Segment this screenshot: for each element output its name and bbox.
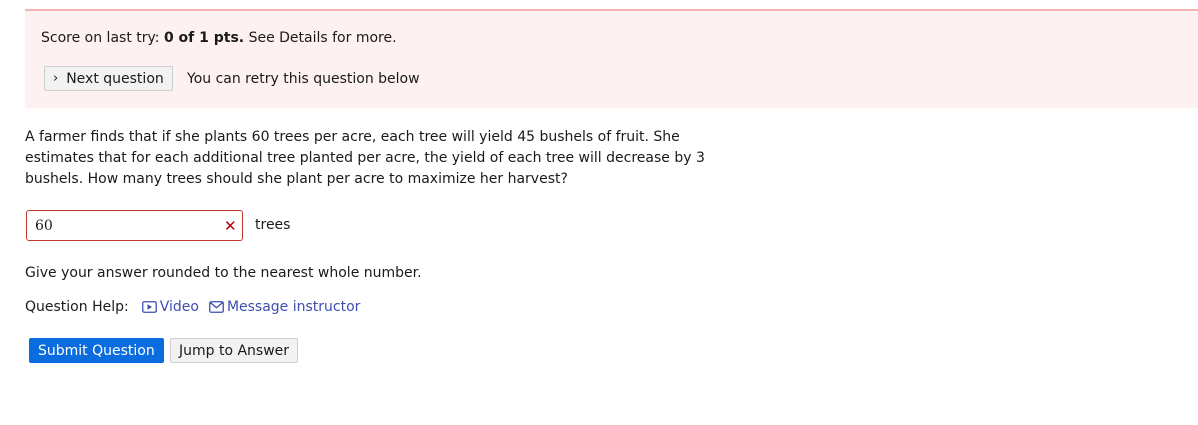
score-banner: Score on last try: 0 of 1 pts. See Detai… bbox=[25, 9, 1198, 108]
message-instructor-label: Message instructor bbox=[226, 299, 361, 315]
score-prefix: Score on last try: bbox=[41, 30, 164, 46]
next-question-button[interactable]: › Next question bbox=[44, 66, 173, 91]
answer-field: ✕ bbox=[26, 210, 243, 241]
unit-label: trees bbox=[255, 217, 291, 233]
score-value: 0 of 1 pts. bbox=[163, 30, 245, 46]
rounding-hint: Give your answer rounded to the nearest … bbox=[25, 265, 422, 281]
next-question-label: Next question bbox=[66, 70, 164, 87]
chevron-right-icon: › bbox=[53, 71, 59, 86]
score-suffix: See Details for more. bbox=[244, 30, 397, 46]
jump-to-answer-button[interactable]: Jump to Answer bbox=[170, 338, 299, 363]
video-link-label: Video bbox=[159, 299, 199, 315]
submit-question-button[interactable]: Submit Question bbox=[29, 338, 164, 363]
message-instructor-link[interactable]: Message instructor bbox=[209, 299, 361, 315]
video-link[interactable]: Video bbox=[141, 299, 199, 315]
question-help-label: Question Help: bbox=[25, 299, 129, 315]
envelope-icon bbox=[209, 301, 224, 313]
incorrect-x-icon: ✕ bbox=[224, 217, 237, 235]
question-text: A farmer finds that if she plants 60 tre… bbox=[25, 129, 705, 187]
retry-text: You can retry this question below bbox=[187, 71, 420, 87]
question-help: Question Help: Video Message instructor bbox=[25, 299, 360, 315]
video-icon bbox=[141, 301, 157, 313]
score-line: Score on last try: 0 of 1 pts. See Detai… bbox=[41, 30, 397, 46]
answer-input[interactable] bbox=[35, 216, 215, 236]
